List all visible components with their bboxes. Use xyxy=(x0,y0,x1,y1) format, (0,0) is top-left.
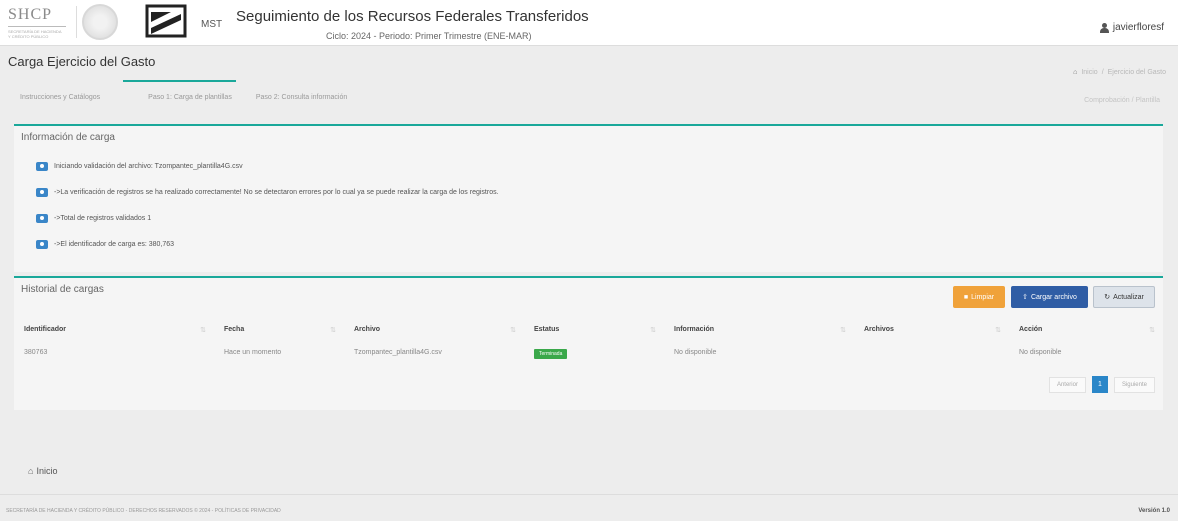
history-panel: Historial de cargas ■ Limpiar ⇧ Cargar a… xyxy=(14,276,1163,410)
shcp-logo-text: SHCP xyxy=(8,6,53,23)
user-icon xyxy=(1099,22,1109,33)
col-estatus[interactable]: Estatus ⇅ xyxy=(524,326,664,342)
col-archivos[interactable]: Archivos ⇅ xyxy=(854,326,1009,342)
info-line: ->Total de registros validados 1 xyxy=(36,214,151,223)
step-tools-link[interactable]: Comprobación / Plantilla xyxy=(1084,97,1160,104)
cell-informacion: No disponible xyxy=(674,349,717,356)
title-underline xyxy=(123,80,236,82)
national-seal-logo xyxy=(82,4,118,40)
eye-icon xyxy=(36,188,48,197)
cell-estatus: Terminada xyxy=(524,349,664,363)
info-line: ->La verificación de registros se ha rea… xyxy=(36,188,499,197)
table-header: Identificador ⇅ Fecha ⇅ Archivo ⇅ Estatus ⇅ … xyxy=(14,326,1163,342)
col-archivo[interactable]: Archivo ⇅ xyxy=(344,326,524,342)
table-row: 380763 Hace un momento Tzompantec_planti… xyxy=(14,349,1163,363)
app-title: Seguimiento de los Recursos Federales Tr… xyxy=(236,8,589,25)
info-line: Iniciando validación del archivo: Tzompa… xyxy=(36,162,243,171)
footer-divider xyxy=(0,494,1178,495)
eye-icon xyxy=(36,162,48,171)
pager-next[interactable]: Siguiente xyxy=(1113,376,1155,393)
col-accion[interactable]: Acción ⇅ xyxy=(1009,326,1163,342)
eye-icon xyxy=(36,214,48,223)
trash-icon: ■ xyxy=(963,293,969,301)
footer-legal: SECRETARÍA DE HACIENDA Y CRÉDITO PÚBLICO… xyxy=(6,508,281,514)
status-badge: Terminada xyxy=(534,349,568,359)
cell-identificador: 380763 xyxy=(24,349,48,356)
mst-logo xyxy=(145,4,187,38)
limpiar-button[interactable]: ■ Limpiar xyxy=(953,286,1005,308)
header-divider xyxy=(76,6,77,38)
pager-prev[interactable]: Anterior xyxy=(1048,376,1086,393)
page-title: Carga Ejercicio del Gasto xyxy=(8,54,156,69)
version-label: Versión 1.0 xyxy=(1138,508,1170,514)
step-tabs: Instrucciones y Catálogos Paso 1: Carga … xyxy=(20,94,347,101)
top-header: SHCP SECRETARÍA DE HACIENDA Y CRÉDITO PÚB… xyxy=(0,0,1178,46)
inicio-link[interactable]: ⌂ Inicio xyxy=(28,466,57,476)
pagination: Anterior 1 Siguiente xyxy=(1048,376,1155,393)
col-fecha[interactable]: Fecha ⇅ xyxy=(214,326,344,342)
home-icon: ⌂ xyxy=(28,466,34,476)
tab-instrucciones[interactable]: Instrucciones y Catálogos xyxy=(20,94,100,101)
cell-archivo: Tzompantec_plantilla4G.csv xyxy=(354,349,442,356)
upload-icon: ⇧ xyxy=(1022,294,1028,301)
user-menu[interactable]: javierfloresf xyxy=(1099,22,1164,33)
info-panel: Información de carga Iniciando validació… xyxy=(14,124,1163,272)
pager-page-1[interactable]: 1 xyxy=(1091,376,1108,393)
actualizar-button[interactable]: ↻ Actualizar xyxy=(1093,286,1155,308)
info-line: ->El identificador de carga es: 380,763 xyxy=(36,240,174,249)
app-subtitle: Ciclo: 2024 - Periodo: Primer Trimestre … xyxy=(326,31,532,41)
cargar-archivo-button[interactable]: ⇧ Cargar archivo xyxy=(1011,286,1088,308)
breadcrumb-current: Ejercicio del Gasto xyxy=(1107,69,1166,76)
cell-accion: No disponible xyxy=(1019,349,1062,356)
shcp-logo: SHCP SECRETARÍA DE HACIENDA Y CRÉDITO PÚB… xyxy=(8,6,70,40)
refresh-icon: ↻ xyxy=(1104,294,1111,301)
cell-archivos xyxy=(854,349,1009,363)
breadcrumb-home[interactable]: Inicio xyxy=(1081,69,1097,76)
breadcrumb-home-icon: ⌂ xyxy=(1073,69,1078,76)
info-panel-title: Información de carga xyxy=(21,132,115,143)
col-informacion[interactable]: Información ⇅ xyxy=(664,326,854,342)
mst-label: MST xyxy=(201,19,223,30)
eye-icon xyxy=(36,240,48,249)
col-identificador[interactable]: Identificador ⇅ xyxy=(14,326,214,342)
tab-carga-plantillas[interactable]: Paso 1: Carga de plantillas xyxy=(148,94,232,101)
username: javierfloresf xyxy=(1112,22,1164,33)
cell-fecha: Hace un momento xyxy=(224,349,282,356)
breadcrumb: ⌂ Inicio / Ejercicio del Gasto xyxy=(1073,69,1166,76)
tab-consulta-informacion[interactable]: Paso 2: Consulta información xyxy=(256,94,347,101)
